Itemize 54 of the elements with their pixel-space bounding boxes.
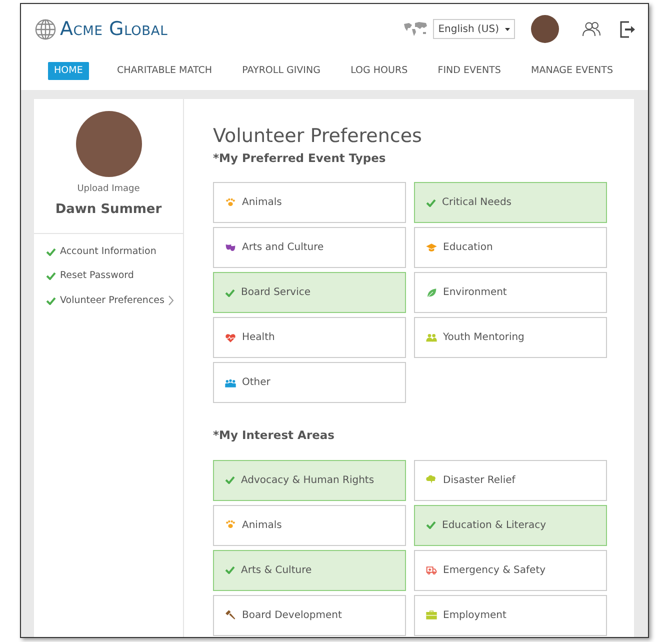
option-tile[interactable]: Environment xyxy=(414,272,607,314)
nav-tab[interactable]: FIND EVENTS xyxy=(436,62,503,80)
sidebar-item[interactable]: Account Information xyxy=(46,245,183,260)
section-heading: *My Preferred Event Types xyxy=(213,150,387,167)
paw-icon xyxy=(225,198,236,208)
option-tile[interactable]: Advocacy & Human Rights xyxy=(213,460,406,500)
section-heading: *My Interest Areas xyxy=(213,427,336,444)
nav-tab[interactable]: CHARITABLE MATCH xyxy=(114,62,214,80)
graduation-cap-icon xyxy=(426,242,437,253)
check-icon xyxy=(426,198,436,207)
nav-tab[interactable]: MANAGE EVENTS xyxy=(529,62,615,80)
check-icon xyxy=(225,288,235,297)
ambulance-icon xyxy=(426,565,437,575)
masks-icon xyxy=(225,242,236,253)
cloud-icon xyxy=(426,475,437,485)
option-tile[interactable]: Arts and Culture xyxy=(213,227,406,268)
gavel-icon xyxy=(225,610,236,620)
language-dropdown[interactable]: English (US) xyxy=(433,19,515,39)
option-tile[interactable]: Emergency & Safety xyxy=(414,550,607,590)
option-tile[interactable]: Animals xyxy=(213,182,406,224)
caret-icon xyxy=(505,28,510,30)
page-title: Volunteer Preferences xyxy=(213,125,423,147)
heart-icon xyxy=(225,332,236,343)
option-tile[interactable]: Education & Literacy xyxy=(414,504,607,546)
profile-name: Dawn Summer xyxy=(55,200,162,218)
group-icon xyxy=(225,378,236,388)
check-icon xyxy=(225,476,235,484)
option-tile[interactable]: Arts & Culture xyxy=(213,550,406,590)
option-tile[interactable]: Health xyxy=(213,317,406,358)
paw-icon xyxy=(225,520,236,530)
option-tile[interactable]: Board Service xyxy=(213,272,406,314)
check-icon xyxy=(426,521,436,529)
brand-logo[interactable]: Acme Global xyxy=(60,14,168,44)
people-icon xyxy=(426,332,437,343)
people-icon[interactable] xyxy=(582,21,601,37)
option-tile[interactable]: Critical Needs xyxy=(414,182,607,224)
check-icon xyxy=(225,566,235,574)
sidebar-item[interactable]: Reset Password xyxy=(46,269,183,284)
leaf-icon xyxy=(426,288,437,298)
upload-image-link[interactable]: Upload Image xyxy=(77,183,140,196)
option-tile[interactable]: Board Development xyxy=(213,594,406,636)
option-tile[interactable]: Animals xyxy=(213,504,406,546)
nav-tab[interactable]: LOG HOURS xyxy=(348,62,410,80)
option-tile[interactable]: Disaster Relief xyxy=(414,460,607,500)
nav-tab[interactable]: PAYROLL GIVING xyxy=(240,62,322,80)
logout-icon[interactable] xyxy=(620,20,636,38)
option-tile[interactable]: Education xyxy=(414,227,607,268)
option-tile[interactable]: Employment xyxy=(414,594,607,636)
globe-icon xyxy=(35,18,56,40)
option-tile[interactable]: Youth Mentoring xyxy=(414,317,607,358)
world-map-icon xyxy=(403,22,428,36)
sidebar-item[interactable]: Volunteer Preferences xyxy=(46,294,183,308)
option-tile[interactable]: Other xyxy=(213,362,406,404)
briefcase-icon xyxy=(426,610,437,620)
